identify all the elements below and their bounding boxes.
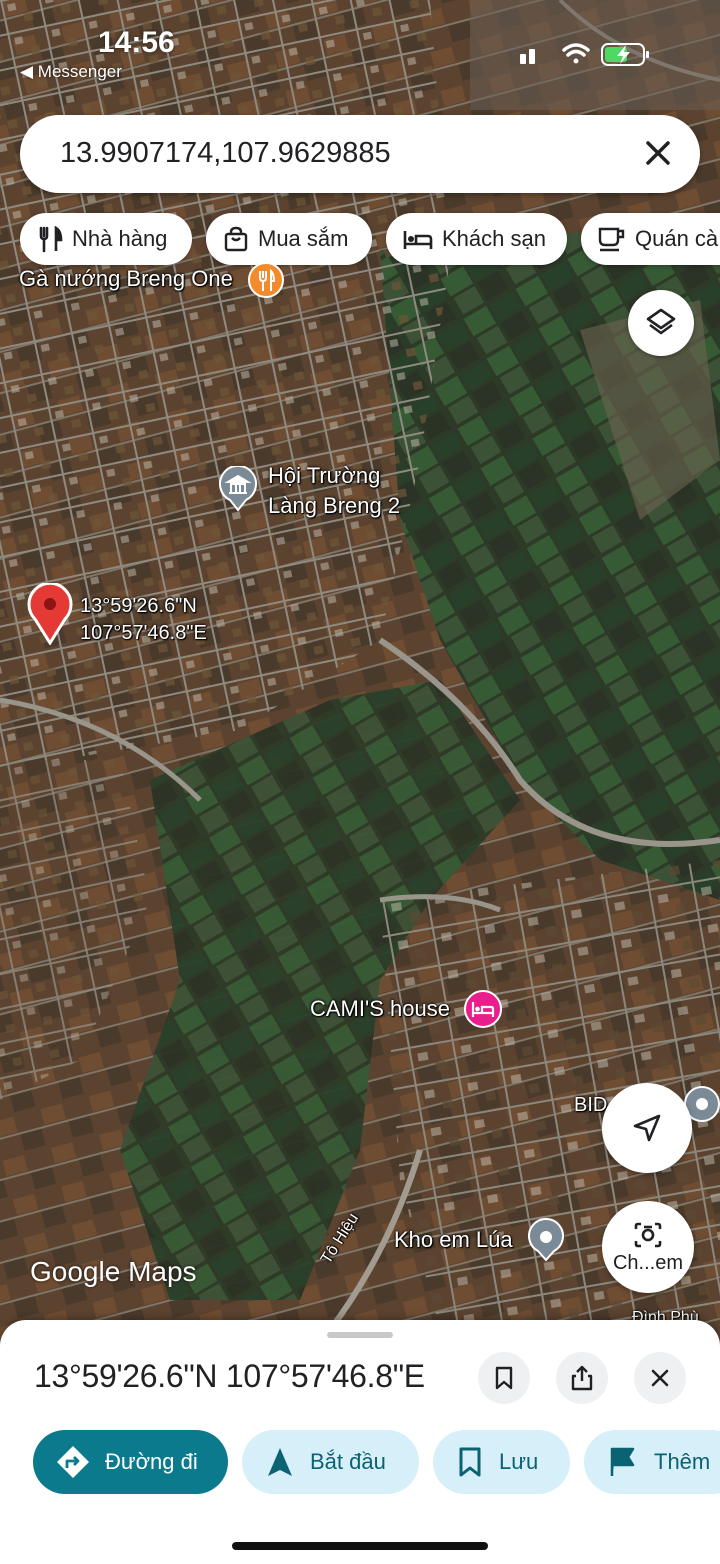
chip-cafes[interactable]: Quán cà [581,213,720,265]
hotel-marker-icon[interactable] [462,988,504,1030]
pin-coordinates-label: 13°59'26.6"N 107°57'46.8"E [80,593,207,647]
directions-button[interactable]: Đường đi [33,1430,228,1494]
directions-icon [57,1446,89,1478]
flag-icon [610,1447,635,1476]
pin-longitude: 107°57'46.8"E [80,622,207,644]
bed-icon [403,231,433,249]
layers-icon [646,308,676,335]
search-query-text[interactable]: 13.9907174,107.9629885 [60,137,391,170]
camera-lens-icon [634,1222,662,1247]
back-to-messenger-link[interactable]: ◀ Messenger [20,62,122,82]
map-layers-button[interactable] [628,290,694,356]
place-label-hall[interactable]: Hội Trường Làng Breng 2 [268,461,400,521]
restaurant-marker-icon[interactable] [246,262,286,302]
chip-label: Nhà hàng [72,226,168,251]
lens-label: Ch...em [612,1251,684,1274]
save-button[interactable]: Lưu [433,1430,570,1494]
status-time: 14:56 [98,26,175,59]
google-maps-logo: Google Maps [30,1256,197,1287]
clear-search-icon[interactable] [642,137,674,169]
signal-icon [520,49,535,64]
chip-label: Khách sạn [442,226,546,251]
dropped-pin-icon[interactable] [26,583,74,645]
directions-label: Đường đi [105,1449,198,1474]
status-icons [520,43,649,66]
navigation-arrow-icon [633,1114,661,1142]
coffee-cup-icon [598,227,625,252]
save-label: Lưu [499,1449,539,1474]
home-indicator[interactable] [232,1542,488,1550]
chip-hotels[interactable]: Khách sạn [386,213,567,265]
bookmark-icon [495,1366,513,1390]
start-label: Bắt đầu [310,1449,386,1474]
battery-charging-icon [601,43,649,66]
more-button[interactable]: Thêm [584,1430,720,1494]
lens-button[interactable]: Ch...em [602,1201,694,1293]
poi-marker-icon[interactable] [526,1218,566,1262]
bookmark-button[interactable] [478,1352,530,1404]
share-icon [571,1365,593,1391]
hall-name-line1: Hội Trường [268,463,381,488]
wifi-icon [562,43,590,64]
search-bar[interactable]: 13.9907174,107.9629885 [20,115,700,193]
chip-restaurants[interactable]: Nhà hàng [20,213,192,265]
place-label-house[interactable]: CAMI'S house [310,996,450,1022]
bookmark-icon [459,1447,481,1477]
place-title: 13°59'26.6"N 107°57'46.8"E [34,1358,425,1394]
more-label: Thêm [654,1449,711,1474]
shopping-bag-icon [224,226,248,252]
share-button[interactable] [556,1352,608,1404]
civic-building-marker-icon[interactable] [218,466,258,512]
close-sheet-button[interactable] [634,1352,686,1404]
my-location-button[interactable] [602,1083,692,1173]
place-label-restaurant[interactable]: Gà nướng Breng One [19,266,233,292]
place-bottom-sheet[interactable]: 13°59'26.6"N 107°57'46.8"E Đường đi Bắt … [0,1320,720,1564]
sheet-drag-handle[interactable] [327,1332,393,1338]
place-label-store[interactable]: Kho em Lúa [394,1227,513,1253]
chip-shopping[interactable]: Mua sắm [206,213,372,265]
navigation-start-icon [268,1448,292,1476]
chip-label: Mua sắm [258,226,349,251]
close-icon [651,1369,669,1387]
hall-name-line2: Làng Breng 2 [268,493,401,518]
fork-knife-icon [39,225,63,253]
place-label-bid[interactable]: BID [574,1094,607,1117]
pin-latitude: 13°59'26.6"N [80,595,197,617]
chip-label: Quán cà [635,226,719,251]
start-button[interactable]: Bắt đầu [242,1430,419,1494]
